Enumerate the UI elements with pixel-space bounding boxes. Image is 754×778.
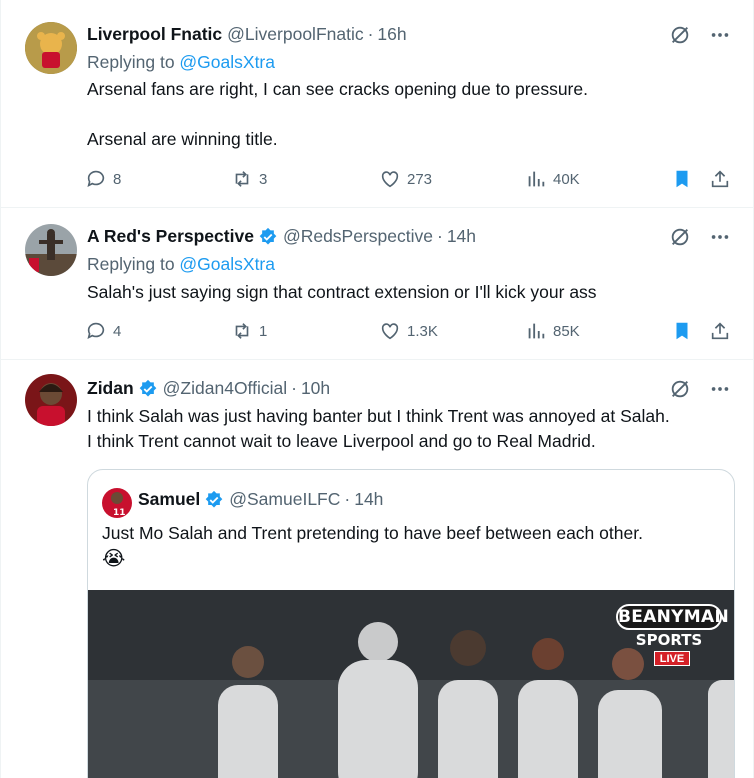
replying-to: Replying to @GoalsXtra: [87, 254, 275, 275]
quote-avatar[interactable]: 11: [102, 488, 132, 518]
quote-user-handle[interactable]: @SamueILFC: [229, 489, 340, 510]
crying-emoji: 😭: [102, 548, 126, 570]
quote-tweet[interactable]: 11 Samuel @SamueILFC · 14h Just Mo Salah…: [87, 469, 735, 778]
views-button[interactable]: 85K: [525, 320, 580, 342]
separator-dot: ·: [367, 24, 374, 44]
views-count: 85K: [553, 322, 580, 340]
quote-text: Just Mo Salah and Trent pretending to ha…: [102, 523, 643, 543]
avatar[interactable]: [25, 374, 77, 426]
more-icon[interactable]: [709, 378, 731, 405]
logo-live-badge: LIVE: [654, 651, 690, 666]
quote-header: Samuel @SamueILFC · 14h: [138, 489, 383, 510]
quote-media[interactable]: BEANYMAN SPORTS LIVE: [88, 590, 734, 778]
tweet-top-actions: [669, 24, 731, 51]
reply-count: 4: [113, 322, 122, 340]
action-bar: 8 3 273 40K: [85, 168, 735, 192]
verified-icon: [139, 379, 157, 396]
user-handle[interactable]: @Zidan4Official: [163, 378, 287, 399]
share-icon: [711, 170, 729, 188]
like-button[interactable]: 273: [379, 168, 432, 190]
grok-icon[interactable]: [669, 378, 691, 405]
share-button[interactable]: [709, 168, 731, 190]
repost-icon: [235, 171, 249, 187]
reply-icon: [87, 170, 105, 187]
user-handle[interactable]: @RedsPerspective: [283, 226, 433, 247]
grok-icon[interactable]: [669, 226, 691, 253]
quote-text-block: Just Mo Salah and Trent pretending to ha…: [102, 520, 643, 572]
action-bar: 4 1 1.3K 85K: [85, 320, 735, 344]
repost-icon: [235, 323, 249, 339]
bookmark-button[interactable]: [671, 320, 693, 342]
display-name[interactable]: Zidan: [87, 378, 134, 399]
verified-icon: [259, 227, 277, 244]
separator-dot: ·: [437, 226, 443, 246]
tweet-header: Zidan @Zidan4Official · 10h: [87, 378, 330, 399]
reply-count: 8: [113, 170, 122, 188]
like-count: 1.3K: [407, 322, 438, 340]
beanyman-sports-logo: BEANYMAN SPORTS LIVE: [616, 604, 729, 670]
share-button[interactable]: [709, 320, 731, 342]
timestamp[interactable]: 16h: [377, 24, 406, 45]
timeline: Liverpool Fnatic @LiverpoolFnatic · 16h …: [0, 0, 754, 778]
quote-display-name[interactable]: Samuel: [138, 489, 200, 510]
replying-to-link[interactable]: @GoalsXtra: [179, 254, 275, 274]
replying-to-link[interactable]: @GoalsXtra: [179, 52, 275, 72]
like-count: 273: [407, 170, 433, 188]
reply-button[interactable]: 8: [85, 168, 121, 190]
separator-dot: ·: [291, 378, 297, 398]
like-button[interactable]: 1.3K: [379, 320, 438, 342]
replying-prefix: Replying to: [87, 254, 180, 274]
like-icon: [381, 171, 399, 188]
user-handle[interactable]: @LiverpoolFnatic: [227, 24, 363, 45]
more-icon[interactable]: [709, 24, 731, 51]
bookmark-icon: [676, 170, 688, 188]
svg-text:11: 11: [113, 508, 126, 518]
display-name[interactable]: Liverpool Fnatic: [87, 24, 222, 45]
tweet-header: A Red's Perspective @RedsPerspective · 1…: [87, 226, 476, 247]
reply-icon: [87, 322, 105, 339]
repost-button[interactable]: 3: [231, 168, 267, 190]
share-icon: [711, 322, 729, 340]
tweet-header: Liverpool Fnatic @LiverpoolFnatic · 16h: [87, 24, 407, 45]
views-icon: [528, 323, 545, 339]
views-icon: [528, 171, 545, 187]
like-icon: [381, 323, 399, 340]
avatar[interactable]: [25, 22, 77, 74]
reply-button[interactable]: 4: [85, 320, 121, 342]
tweet[interactable]: Liverpool Fnatic @LiverpoolFnatic · 16h …: [1, 0, 753, 208]
repost-button[interactable]: 1: [231, 320, 267, 342]
logo-line1: BEANYMAN: [616, 604, 729, 630]
repost-count: 3: [259, 170, 268, 188]
views-count: 40K: [553, 170, 580, 188]
timestamp[interactable]: 14h: [447, 226, 476, 247]
grok-icon[interactable]: [669, 24, 691, 51]
verified-icon: [205, 490, 223, 507]
replying-prefix: Replying to: [87, 52, 180, 72]
separator-dot: ·: [344, 489, 351, 509]
replying-to: Replying to @GoalsXtra: [87, 52, 275, 73]
tweet-top-actions: [669, 378, 731, 405]
tweet-top-actions: [669, 226, 731, 253]
avatar[interactable]: [25, 224, 77, 276]
tweet-text: Salah's just saying sign that contract e…: [87, 282, 597, 302]
tweet-text: I think Salah was just having banter but…: [87, 406, 670, 451]
logo-line2: SPORTS: [635, 631, 703, 649]
bookmark-button[interactable]: [671, 168, 693, 190]
views-button[interactable]: 40K: [525, 168, 580, 190]
repost-count: 1: [259, 322, 268, 340]
display-name[interactable]: A Red's Perspective: [87, 226, 254, 247]
more-icon[interactable]: [709, 226, 731, 253]
tweet-text: Arsenal fans are right, I can see cracks…: [87, 79, 588, 149]
timestamp[interactable]: 10h: [301, 378, 330, 399]
tweet[interactable]: A Red's Perspective @RedsPerspective · 1…: [1, 208, 753, 360]
quote-timestamp[interactable]: 14h: [354, 489, 383, 510]
bookmark-icon: [676, 322, 688, 340]
